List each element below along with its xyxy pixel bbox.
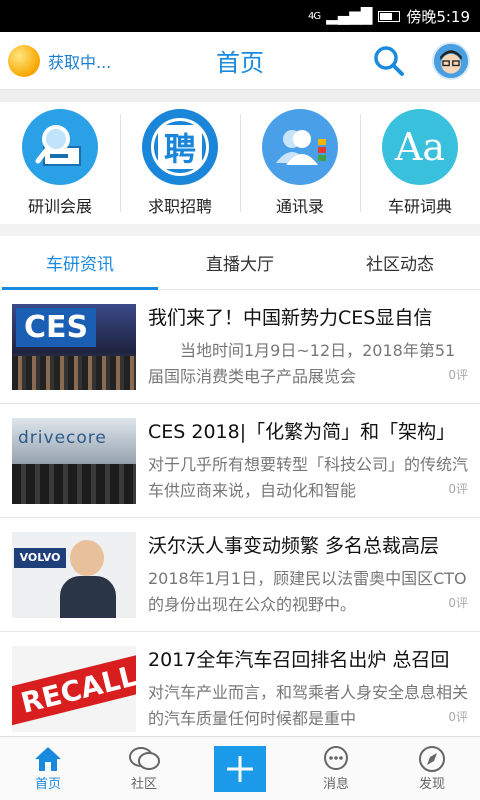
nav-add[interactable] [192, 737, 288, 800]
comment-count: 0评 [448, 476, 468, 502]
list-item[interactable]: RECALL 2017全年汽车召回排名出炉 总召回 对汽车产业而言，和驾乘者人身… [0, 632, 480, 746]
avatar[interactable] [432, 42, 470, 80]
tab-news[interactable]: 车研资讯 [0, 236, 160, 290]
news-summary-text: 对于几乎所有想要转型「科技公司」的传统汽车供应商来说，自动化和智能 [148, 455, 468, 500]
quick-link-dictionary[interactable]: Aa 车研词典 [360, 102, 480, 224]
news-title: CES 2018|「化繁为简」和「架构」 [148, 421, 456, 443]
news-list: CES 我们来了！中国新势力CES显自信 当地时间1月9日~12日，2018年第… [0, 290, 480, 746]
compass-icon [419, 746, 445, 772]
news-title: 沃尔沃人事变动频繁 多名总裁高层 [148, 535, 440, 557]
signal-icon: ▂▄▆█ [326, 7, 373, 25]
list-item[interactable]: CES 我们来了！中国新势力CES显自信 当地时间1月9日~12日，2018年第… [0, 290, 480, 404]
tab-bar: 车研资讯 直播大厅 社区动态 [0, 236, 480, 290]
comment-count: 0评 [448, 362, 468, 388]
news-summary-text: 2018年1月1日，顾建民以法雷奥中国区CTO的身份出现在公众的视野中。 [148, 569, 467, 614]
quick-link-label: 求职招聘 [147, 197, 212, 216]
news-summary: 当地时间1月9日~12日，2018年第51届国际消费类电子产品展览会 0评 [148, 338, 468, 390]
plus-icon [214, 745, 266, 792]
quick-links: 研训会展 聘 求职招聘 通讯录 Aa 车研词典 [0, 102, 480, 224]
quick-link-label: 车研词典 [387, 197, 452, 216]
message-icon [324, 746, 348, 770]
recruit-glyph: 聘 [158, 125, 202, 169]
news-title: 2017全年汽车召回排名出炉 总召回 [148, 649, 450, 671]
chat-bubbles-icon [129, 747, 160, 770]
thumbnail-caption: RECALL [12, 651, 136, 726]
list-item[interactable]: drivecore CES 2018|「化繁为简」和「架构」 对于几乎所有想要转… [0, 404, 480, 518]
nav-community[interactable]: 社区 [96, 737, 192, 800]
news-summary-text: 对汽车产业而言，和驾乘者人身安全息息相关的汽车质量任何时候都是重中 [148, 683, 468, 728]
nav-messages[interactable]: 消息 [288, 737, 384, 800]
news-summary: 对于几乎所有想要转型「科技公司」的传统汽车供应商来说，自动化和智能 0评 [148, 452, 468, 504]
user-avatar-icon [434, 44, 468, 78]
news-thumbnail: RECALL [12, 645, 136, 732]
thumbnail-caption: VOLVO [14, 547, 66, 568]
location-label[interactable]: 获取中... [48, 49, 111, 73]
quick-link-contacts[interactable]: 通讯录 [240, 102, 360, 224]
dictionary-glyph: Aa [394, 125, 446, 169]
list-item[interactable]: VOLVO 沃尔沃人事变动频繁 多名总裁高层 2018年1月1日，顾建民以法雷奥… [0, 518, 480, 632]
bottom-nav: 首页 社区 消息 发现 [0, 736, 480, 800]
thumbnail-caption: CES [16, 307, 97, 347]
nav-label: 发现 [418, 777, 445, 792]
nav-home[interactable]: 首页 [0, 737, 96, 800]
quick-link-label: 通讯录 [275, 197, 324, 216]
contacts-icon [262, 109, 338, 185]
news-thumbnail: VOLVO [12, 531, 136, 618]
search-icon[interactable] [372, 44, 406, 78]
weather-icon[interactable] [8, 44, 40, 77]
nav-label: 消息 [322, 777, 349, 792]
quick-link-jobs[interactable]: 聘 求职招聘 [120, 102, 240, 224]
news-thumbnail: drivecore [12, 417, 136, 504]
dictionary-icon: Aa [382, 109, 458, 185]
quick-link-exhibitions[interactable]: 研训会展 [0, 102, 120, 224]
nav-discover[interactable]: 发现 [384, 737, 480, 800]
network-indicator: 4G [308, 10, 321, 22]
news-summary: 2018年1月1日，顾建民以法雷奥中国区CTO的身份出现在公众的视野中。 0评 [148, 566, 468, 618]
comment-count: 0评 [448, 704, 468, 730]
tab-live[interactable]: 直播大厅 [160, 236, 320, 289]
nav-label: 社区 [130, 777, 157, 792]
news-thumbnail: CES [12, 303, 136, 390]
status-bar: 4G ▂▄▆█ 傍晚5:19 [0, 0, 480, 32]
recruit-icon: 聘 [142, 109, 218, 185]
news-title: 我们来了！中国新势力CES显自信 [148, 307, 433, 329]
magnifier-card-icon [22, 109, 98, 185]
news-summary: 对汽车产业而言，和驾乘者人身安全息息相关的汽车质量任何时候都是重中 0评 [148, 680, 468, 732]
thumbnail-caption: drivecore [18, 427, 107, 448]
home-icon [35, 747, 61, 771]
top-bar: 获取中... 首页 [0, 32, 480, 90]
news-summary-text: 当地时间1月9日~12日，2018年第51届国际消费类电子产品展览会 [148, 341, 456, 386]
battery-icon [378, 10, 401, 22]
clock: 傍晚5:19 [406, 7, 470, 26]
nav-label: 首页 [34, 777, 61, 792]
quick-link-label: 研训会展 [27, 197, 92, 216]
comment-count: 0评 [448, 590, 468, 616]
tab-community[interactable]: 社区动态 [320, 236, 480, 289]
